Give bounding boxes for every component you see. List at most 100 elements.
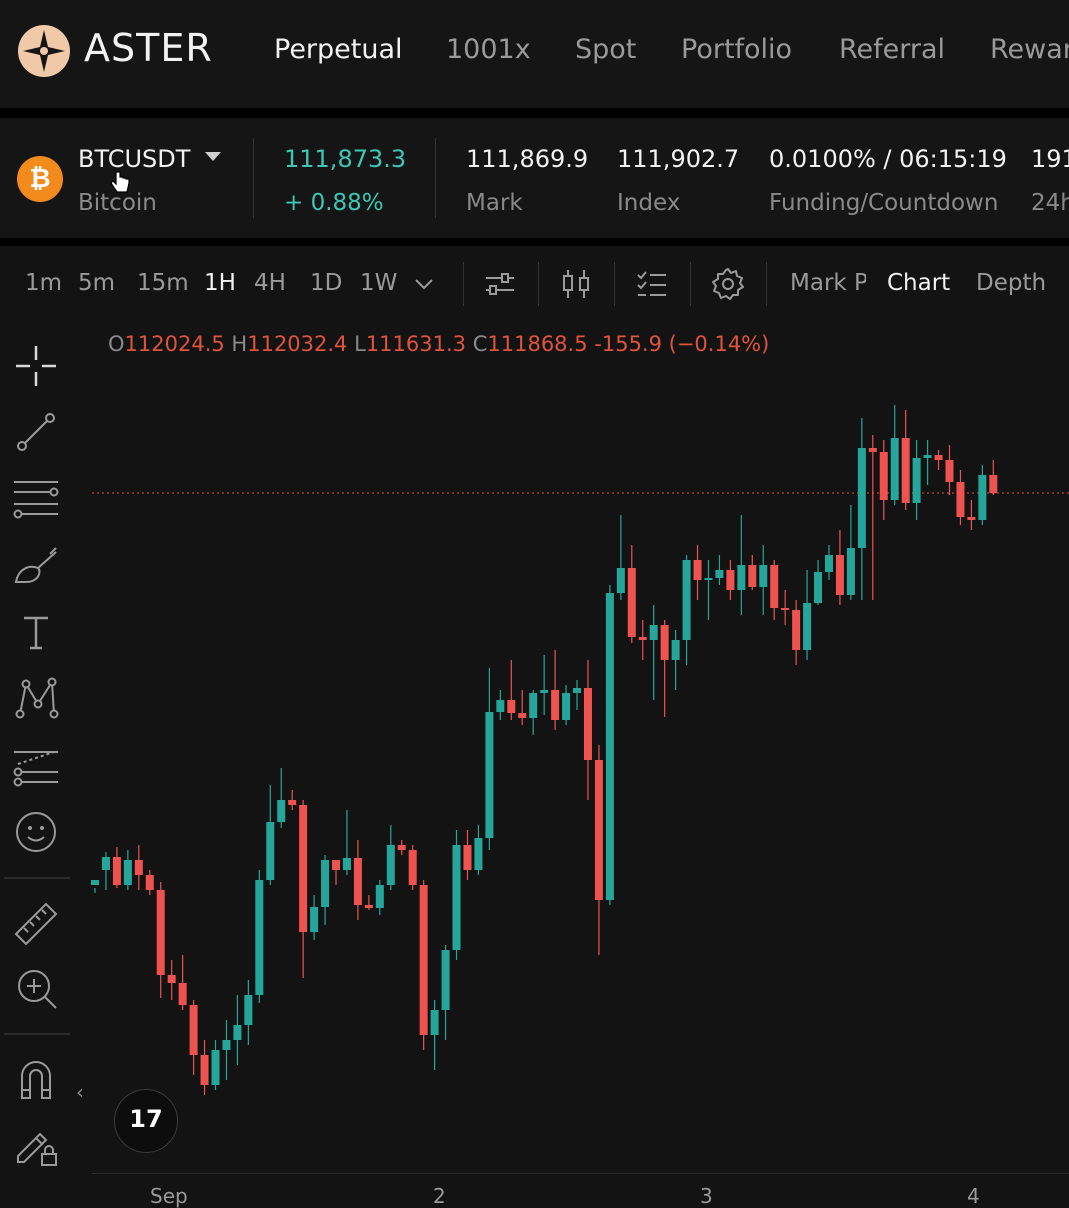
emoji-icon[interactable]: [12, 808, 60, 856]
candle: [145, 870, 154, 895]
chevron-down-icon[interactable]: [414, 278, 434, 290]
x-axis-label: Sep: [150, 1184, 188, 1208]
candle-body: [463, 845, 472, 870]
settings-icon[interactable]: [710, 266, 746, 302]
candle-body: [507, 700, 516, 713]
candle: [244, 980, 253, 1045]
candle: [91, 880, 99, 893]
candle-body: [167, 975, 176, 983]
candle-body: [605, 593, 614, 900]
candle-body: [682, 560, 691, 640]
divider: [538, 262, 539, 306]
nav-rewards[interactable]: Rewar: [990, 34, 1069, 65]
candle-body: [485, 712, 494, 838]
candle: [266, 785, 275, 885]
candle: [441, 945, 450, 1040]
candle: [671, 630, 680, 690]
zoom-in-icon[interactable]: [12, 964, 60, 1012]
nav-referral[interactable]: Referral: [839, 34, 945, 65]
candle-body: [759, 565, 768, 587]
forecast-icon[interactable]: [12, 742, 60, 790]
candle: [638, 620, 647, 660]
candle-body: [386, 845, 395, 885]
ohlc-open-label: O: [108, 332, 125, 356]
candle-body: [638, 637, 647, 640]
candle-body: [737, 565, 746, 590]
divider: [4, 1033, 70, 1035]
brush-icon[interactable]: [12, 542, 60, 590]
candle: [507, 660, 516, 720]
candle-body: [857, 448, 866, 548]
divider: [0, 108, 1069, 118]
tradingview-logo[interactable]: 17: [114, 1089, 178, 1153]
candle-body: [156, 890, 165, 975]
candle: [386, 825, 395, 890]
tf-1d[interactable]: 1D: [310, 270, 342, 296]
ohlc-change: -155.9 (−0.14%): [594, 332, 770, 356]
magnet-icon[interactable]: [12, 1054, 60, 1102]
candle-body: [134, 860, 143, 875]
tab-mark-price[interactable]: Mark P: [790, 270, 866, 296]
pattern-icon[interactable]: [12, 674, 60, 722]
tab-depth[interactable]: Depth: [976, 270, 1046, 296]
trend-line-icon[interactable]: [12, 408, 60, 456]
tf-1w[interactable]: 1W: [360, 270, 397, 296]
candle: [452, 830, 461, 960]
candle: [693, 545, 702, 600]
tf-4h[interactable]: 4H: [254, 270, 286, 296]
candle: [737, 515, 746, 615]
candle: [726, 560, 735, 600]
bar-style-icon[interactable]: [482, 266, 518, 302]
candle-body: [101, 857, 110, 870]
ohlc-high: 112032.4: [247, 332, 348, 356]
fib-lines-icon[interactable]: [12, 474, 60, 522]
tf-1h[interactable]: 1H: [204, 270, 236, 296]
candle: [375, 880, 384, 915]
candle: [551, 650, 560, 730]
ruler-icon[interactable]: [12, 898, 60, 946]
last-price: 111,873.3: [284, 145, 407, 173]
candle-body: [967, 517, 976, 520]
nav-spot[interactable]: Spot: [575, 34, 636, 65]
ohlc-low-label: L: [354, 332, 366, 356]
candle: [605, 585, 614, 905]
candle-body: [200, 1055, 209, 1085]
candle-body: [956, 482, 965, 517]
candle-body: [879, 452, 888, 500]
candle: [485, 668, 494, 850]
candle-body: [901, 438, 910, 503]
index-price: 111,902.7: [617, 145, 740, 173]
candle-body: [540, 690, 549, 693]
nav-perpetual[interactable]: Perpetual: [274, 34, 403, 65]
tab-chart[interactable]: Chart: [887, 270, 950, 296]
divider: [766, 262, 767, 306]
nav-portfolio[interactable]: Portfolio: [681, 34, 792, 65]
chevron-down-icon[interactable]: [204, 151, 222, 163]
candlestick-chart[interactable]: [72, 324, 1069, 1199]
tf-1m[interactable]: 1m: [25, 270, 62, 296]
candle-body: [277, 800, 286, 822]
candle: [342, 810, 351, 875]
indicators-icon[interactable]: [634, 266, 670, 302]
candle-body: [989, 475, 998, 493]
candle-body: [748, 565, 757, 587]
candle: [945, 445, 954, 495]
candle-body: [573, 688, 582, 693]
x-axis-label: 4: [967, 1184, 980, 1208]
candles-icon[interactable]: [558, 266, 594, 302]
nav-1001x[interactable]: 1001x: [446, 34, 531, 65]
tf-15m[interactable]: 15m: [137, 270, 189, 296]
candle-body: [189, 1005, 198, 1055]
x-axis-label: 3: [700, 1184, 713, 1208]
ohlc-legend: O112024.5 H112032.4 L111631.3 C111868.5 …: [108, 332, 769, 356]
symbol-selector[interactable]: BTCUSDT: [78, 145, 190, 173]
lock-draw-icon[interactable]: [12, 1122, 60, 1170]
text-icon[interactable]: [12, 608, 60, 656]
candle: [803, 570, 812, 660]
tf-5m[interactable]: 5m: [78, 270, 115, 296]
candle-body: [978, 475, 987, 520]
candle: [211, 1040, 220, 1090]
divider: [435, 138, 436, 218]
brand-name[interactable]: ASTER: [84, 26, 213, 70]
crosshair-icon[interactable]: [12, 342, 60, 390]
